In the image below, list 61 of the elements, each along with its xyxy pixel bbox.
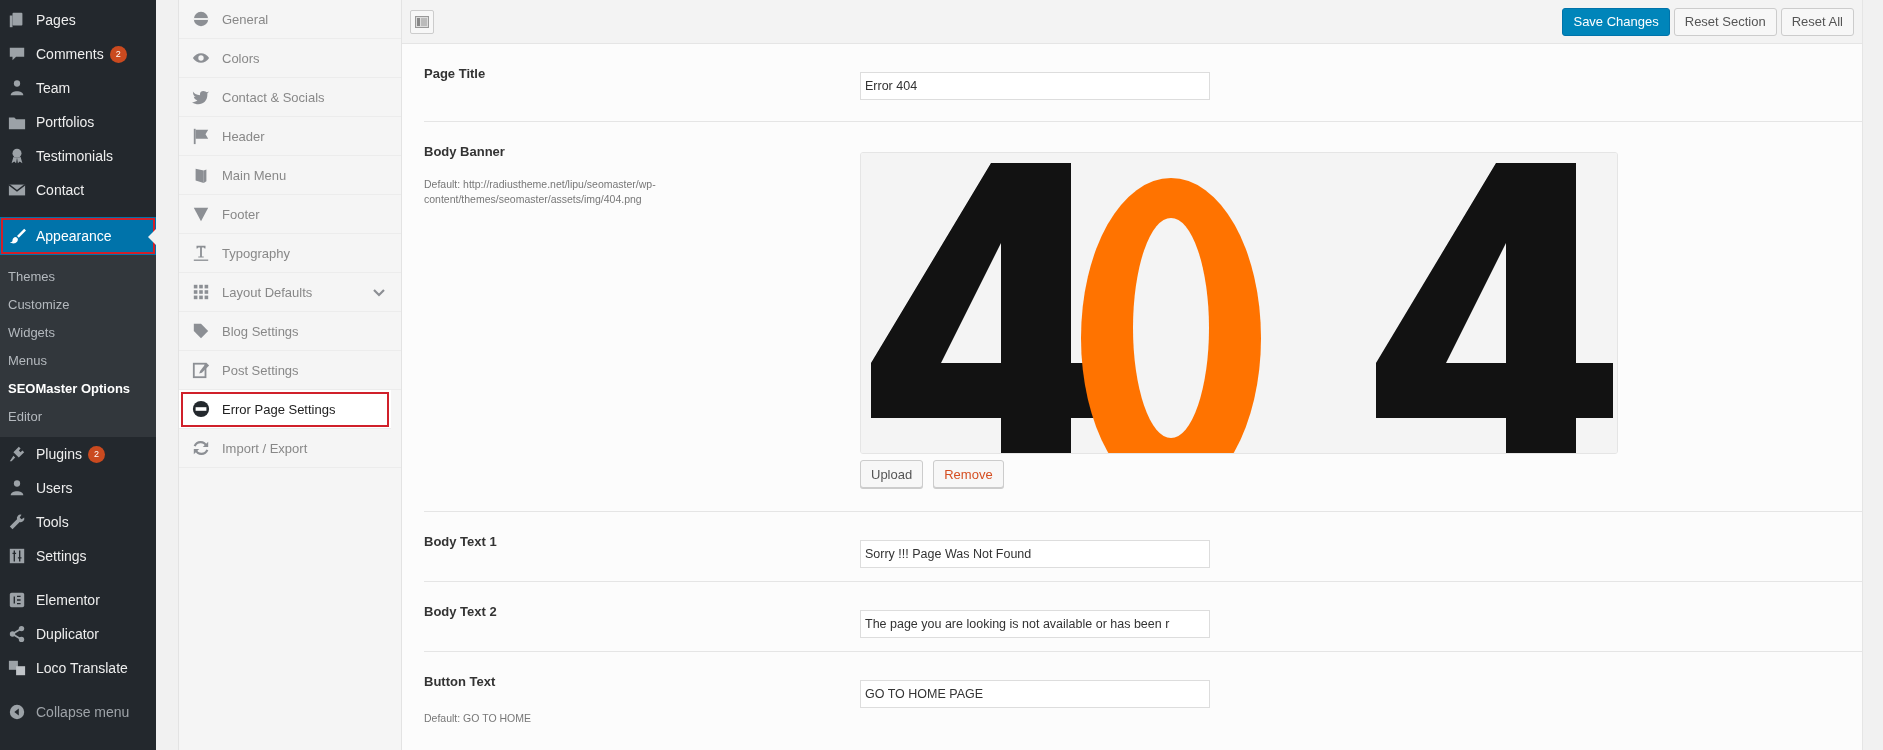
menu-item[interactable]: Team <box>0 71 156 105</box>
remove-button[interactable]: Remove <box>933 460 1004 488</box>
person-icon <box>8 79 26 97</box>
refresh-icon <box>192 439 210 457</box>
layout-toggle-button[interactable] <box>410 9 434 34</box>
field-label: Page Title <box>424 66 487 81</box>
menu-item[interactable]: Portfolios <box>0 105 156 139</box>
save-button[interactable]: Save Changes <box>1562 7 1670 36</box>
field-label: Body Banner <box>424 144 506 159</box>
share-icon <box>8 625 26 643</box>
reset-button[interactable]: Reset Section <box>1673 7 1777 36</box>
reset-button[interactable]: Reset All <box>1780 7 1854 36</box>
submenu-item[interactable]: Customize <box>0 290 156 318</box>
menu-item[interactable]: Settings <box>0 539 156 573</box>
menu-item[interactable]: Plugins 2 <box>0 437 156 471</box>
brush-icon <box>8 227 26 245</box>
menu-item[interactable]: Tools <box>0 505 156 539</box>
columns-icon <box>415 15 429 28</box>
bird-icon <box>192 88 210 106</box>
field-label: Button Text <box>424 674 497 689</box>
person-icon <box>8 479 26 497</box>
grid-icon <box>192 283 210 301</box>
text-field[interactable]: The page you are looking is not available or has been r <box>860 610 1210 638</box>
text-field[interactable]: Error 404 <box>860 72 1210 100</box>
menu-item[interactable]: Users <box>0 471 156 505</box>
wrench-icon <box>8 513 26 531</box>
submenu-item[interactable]: SEOMaster Options <box>0 374 156 402</box>
menu-item[interactable]: Pages <box>0 3 156 37</box>
options-tab[interactable]: Error Page Settings <box>179 390 391 429</box>
submenu-item[interactable]: Widgets <box>0 318 156 346</box>
submenu-item[interactable]: Themes <box>0 262 156 290</box>
default-note: Default: http://radiustheme.net/lipu/seomaster/wp-content/themes/seomaster/assets/img/404.png <box>424 177 657 207</box>
field-label: Body Text 2 <box>424 604 498 619</box>
field-label: Body Text 1 <box>424 534 498 549</box>
menu-item[interactable]: Elementor <box>0 583 156 617</box>
tag-icon <box>192 322 210 340</box>
menu-item[interactable]: Loco Translate <box>0 651 156 685</box>
menu-item[interactable]: Duplicator <box>0 617 156 651</box>
sliders-icon <box>8 547 26 565</box>
default-note: Default: GO TO HOME <box>424 711 532 726</box>
pointer-icon <box>148 229 156 245</box>
text-field[interactable]: GO TO HOME PAGE <box>860 680 1210 708</box>
flag-icon <box>192 127 210 145</box>
text-icon <box>192 244 210 262</box>
plug-icon <box>8 445 26 463</box>
collapse-menu-button[interactable]: Collapse menu <box>0 695 156 729</box>
submenu-item[interactable]: Menus <box>0 346 156 374</box>
count-badge: 2 <box>109 45 127 63</box>
menu-item[interactable]: Appearance <box>0 217 156 255</box>
submenu-item[interactable]: Editor <box>0 402 156 430</box>
square-icon <box>8 591 26 609</box>
count-badge: 2 <box>87 445 105 463</box>
menu-item[interactable]: Testimonials <box>0 139 156 173</box>
translate-icon <box>8 659 26 677</box>
text-field[interactable]: Sorry !!! Page Was Not Found <box>860 540 1210 568</box>
menu-item[interactable]: Contact <box>0 173 156 207</box>
pencil-icon <box>192 361 210 379</box>
menu-item[interactable]: Comments 2 <box>0 37 156 71</box>
triangle-down-icon <box>192 205 210 223</box>
no-entry-icon <box>192 400 210 418</box>
upload-button[interactable]: Upload <box>860 460 924 488</box>
